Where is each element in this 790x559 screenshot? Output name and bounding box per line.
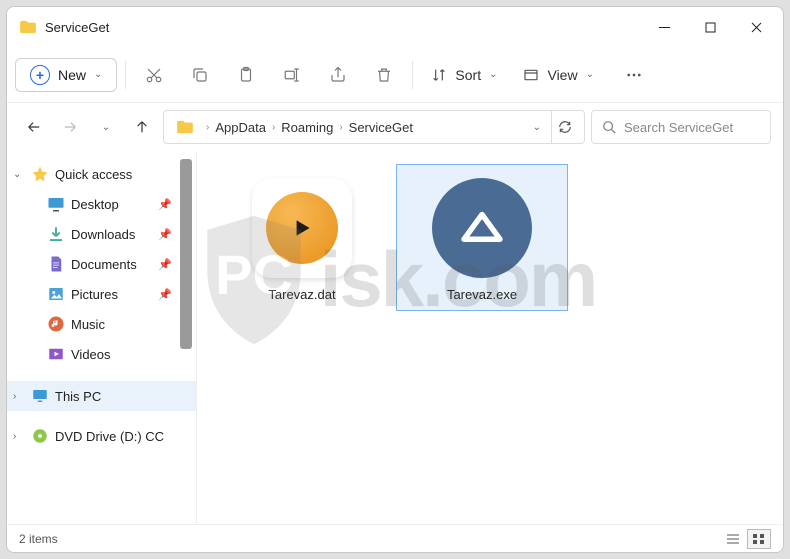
minimize-button[interactable] bbox=[641, 11, 687, 43]
pin-icon: 📌 bbox=[158, 198, 172, 211]
chevron-right-icon: › bbox=[13, 431, 25, 442]
sidebar-item-label: Music bbox=[71, 317, 105, 332]
search-icon bbox=[602, 120, 616, 134]
file-icon-dat bbox=[247, 173, 357, 283]
breadcrumb-item[interactable]: Roaming bbox=[281, 120, 333, 135]
chevron-right-icon: › bbox=[13, 391, 25, 402]
sort-label: Sort bbox=[455, 67, 481, 83]
chevron-down-icon: ⌄ bbox=[94, 69, 102, 80]
pin-icon: 📌 bbox=[158, 288, 172, 301]
sort-button[interactable]: Sort ⌄ bbox=[421, 67, 507, 83]
sidebar-item-label: Quick access bbox=[55, 167, 132, 182]
sidebar-item-documents[interactable]: Documents 📌 bbox=[7, 249, 196, 279]
view-label: View bbox=[547, 67, 577, 83]
breadcrumb-item[interactable]: AppData bbox=[215, 120, 266, 135]
document-icon bbox=[47, 255, 65, 273]
file-list[interactable]: Tarevaz.dat Tarevaz.exe bbox=[197, 151, 783, 524]
file-explorer-window: ServiceGet + New ⌄ Sort ⌄ View ⌄ bbox=[6, 6, 784, 553]
separator bbox=[125, 61, 126, 89]
breadcrumb[interactable]: › AppData › Roaming › ServiceGet ⌄ bbox=[163, 110, 585, 144]
maximize-button[interactable] bbox=[687, 11, 733, 43]
chevron-down-icon: ⌄ bbox=[13, 169, 25, 180]
more-button[interactable] bbox=[614, 55, 654, 95]
refresh-button[interactable] bbox=[551, 111, 578, 143]
sidebar-item-quick-access[interactable]: ⌄ Quick access bbox=[7, 159, 196, 189]
sidebar-item-dvd[interactable]: › DVD Drive (D:) CC bbox=[7, 421, 196, 451]
cut-button[interactable] bbox=[134, 55, 174, 95]
chevron-right-icon: › bbox=[339, 122, 342, 133]
icons-view-button[interactable] bbox=[747, 529, 771, 549]
scrollbar-thumb[interactable] bbox=[180, 159, 192, 349]
delete-button[interactable] bbox=[364, 55, 404, 95]
back-button[interactable] bbox=[19, 112, 49, 142]
recent-locations-button[interactable]: ⌄ bbox=[91, 112, 121, 142]
paste-button[interactable] bbox=[226, 55, 266, 95]
pictures-icon bbox=[47, 285, 65, 303]
view-toggle bbox=[721, 529, 771, 549]
file-item[interactable]: Tarevaz.dat bbox=[217, 165, 387, 310]
folder-icon bbox=[19, 20, 37, 34]
chevron-down-icon: ⌄ bbox=[102, 122, 110, 133]
copy-button[interactable] bbox=[180, 55, 220, 95]
rename-button[interactable] bbox=[272, 55, 312, 95]
search-placeholder: Search ServiceGet bbox=[624, 120, 733, 135]
sidebar-item-label: Documents bbox=[71, 257, 137, 272]
sidebar-item-label: Desktop bbox=[71, 197, 119, 212]
sidebar-item-label: DVD Drive (D:) CC bbox=[55, 429, 164, 444]
chevron-down-icon[interactable]: ⌄ bbox=[533, 122, 541, 133]
new-button-label: New bbox=[58, 67, 86, 83]
pin-icon: 📌 bbox=[158, 228, 172, 241]
chevron-right-icon: › bbox=[272, 122, 275, 133]
chevron-down-icon: ⌄ bbox=[586, 69, 594, 80]
share-button[interactable] bbox=[318, 55, 358, 95]
new-button[interactable]: + New ⌄ bbox=[15, 58, 117, 92]
body: ⌄ Quick access Desktop 📌 Downloads 📌 Doc… bbox=[7, 151, 783, 524]
up-button[interactable] bbox=[127, 112, 157, 142]
sidebar-item-this-pc[interactable]: › This PC bbox=[7, 381, 196, 411]
sidebar-item-music[interactable]: Music bbox=[7, 309, 196, 339]
videos-icon bbox=[47, 345, 65, 363]
titlebar: ServiceGet bbox=[7, 7, 783, 47]
navigation-pane: ⌄ Quick access Desktop 📌 Downloads 📌 Doc… bbox=[7, 151, 197, 524]
sidebar-item-videos[interactable]: Videos bbox=[7, 339, 196, 369]
star-icon bbox=[31, 165, 49, 183]
folder-icon bbox=[176, 120, 194, 134]
separator bbox=[412, 61, 413, 89]
chevron-right-icon: › bbox=[206, 122, 209, 133]
plus-icon: + bbox=[30, 65, 50, 85]
sidebar-item-desktop[interactable]: Desktop 📌 bbox=[7, 189, 196, 219]
view-button[interactable]: View ⌄ bbox=[513, 67, 603, 83]
file-icon-exe bbox=[427, 173, 537, 283]
file-item[interactable]: Tarevaz.exe bbox=[397, 165, 567, 310]
status-bar: 2 items bbox=[7, 524, 783, 552]
sidebar-item-downloads[interactable]: Downloads 📌 bbox=[7, 219, 196, 249]
file-name: Tarevaz.exe bbox=[447, 287, 517, 302]
chevron-down-icon: ⌄ bbox=[489, 69, 497, 80]
sidebar-item-label: Videos bbox=[71, 347, 111, 362]
item-count: 2 items bbox=[19, 532, 58, 546]
sidebar-item-label: Downloads bbox=[71, 227, 135, 242]
sidebar-item-label: Pictures bbox=[71, 287, 118, 302]
search-input[interactable]: Search ServiceGet bbox=[591, 110, 771, 144]
address-row: ⌄ › AppData › Roaming › ServiceGet ⌄ Sea… bbox=[7, 103, 783, 151]
desktop-icon bbox=[47, 195, 65, 213]
forward-button[interactable] bbox=[55, 112, 85, 142]
window-title: ServiceGet bbox=[45, 20, 641, 35]
details-view-button[interactable] bbox=[721, 529, 745, 549]
disc-icon bbox=[31, 427, 49, 445]
pc-icon bbox=[31, 387, 49, 405]
toolbar: + New ⌄ Sort ⌄ View ⌄ bbox=[7, 47, 783, 103]
download-icon bbox=[47, 225, 65, 243]
close-button[interactable] bbox=[733, 11, 779, 43]
file-name: Tarevaz.dat bbox=[268, 287, 335, 302]
pin-icon: 📌 bbox=[158, 258, 172, 271]
breadcrumb-item[interactable]: ServiceGet bbox=[349, 120, 413, 135]
sidebar-item-label: This PC bbox=[55, 389, 101, 404]
sidebar-item-pictures[interactable]: Pictures 📌 bbox=[7, 279, 196, 309]
music-icon bbox=[47, 315, 65, 333]
